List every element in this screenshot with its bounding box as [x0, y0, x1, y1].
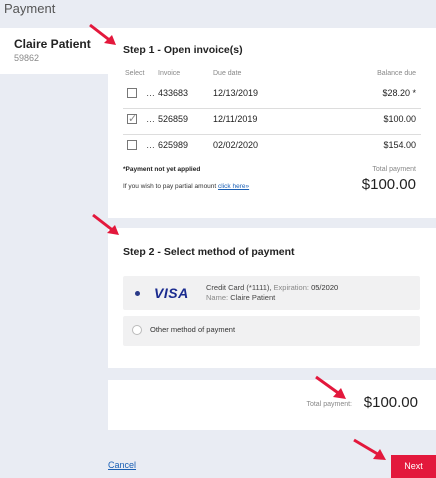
total-payment-label: Total payment: [372, 166, 416, 173]
cancel-link[interactable]: Cancel: [108, 460, 136, 470]
invoice-number: 433683: [158, 88, 189, 98]
radio-credit-card[interactable]: [132, 288, 142, 298]
invoice-balance: $28.20 *: [382, 88, 416, 98]
invoice-checkbox[interactable]: ✓: [127, 113, 138, 125]
invoice-checkbox[interactable]: [127, 140, 137, 150]
row-ellipsis[interactable]: …: [146, 114, 155, 124]
other-method-label: Other method of payment: [150, 325, 236, 334]
checkmark-icon: ✓: [128, 113, 138, 125]
step1-panel: Step 1 - Open invoice(s) Select Invoice …: [108, 28, 436, 218]
partial-payment-label: If you wish to pay partial amount: [123, 183, 217, 190]
card-type: Credit Card (*1111),: [206, 283, 272, 292]
total-payment-value: $100.00: [361, 176, 416, 193]
invoice-checkbox[interactable]: [127, 88, 137, 98]
page-title: Payment: [4, 1, 56, 16]
summary-total-label: Total payment:: [306, 401, 352, 408]
invoice-due-date: 12/11/2019: [213, 114, 258, 124]
invoice-due-date: 12/13/2019: [213, 88, 259, 98]
invoice-row: ✓ … 526859 12/11/2019 $100.00: [108, 110, 436, 134]
partial-payment-text: If you wish to pay partial amount click …: [123, 183, 249, 190]
invoice-balance: $154.00: [383, 140, 416, 150]
row-divider: [123, 108, 421, 109]
expiration-value: 05/2020: [311, 283, 339, 292]
annotation-arrow-icon: [89, 23, 116, 45]
annotation-arrow-icon: [315, 375, 346, 399]
invoice-due-date: 02/02/2020: [213, 140, 259, 150]
invoice-balance: $100.00: [383, 114, 416, 124]
invoice-row: … 433683 12/13/2019 $28.20 *: [108, 84, 436, 108]
step2-panel: Step 2 - Select method of payment VISA C…: [108, 228, 436, 368]
column-header-balance-due: Balance due: [377, 70, 416, 77]
partial-payment-link[interactable]: click here»: [218, 183, 249, 190]
card-details: Credit Card (*1111), Expiration: 05/2020: [206, 283, 338, 292]
next-button[interactable]: Next: [391, 455, 436, 478]
visa-logo-icon: VISA: [154, 285, 189, 301]
payment-option-credit-card[interactable]: VISA Credit Card (*1111), Expiration: 05…: [123, 276, 420, 310]
column-header-select: Select: [125, 70, 145, 77]
summary-total-value: $100.00: [363, 394, 418, 411]
total-summary-panel: Total payment: $100.00: [108, 380, 436, 430]
step2-title: Step 2 - Select method of payment: [123, 246, 295, 258]
expiration-label: Expiration:: [273, 283, 309, 292]
invoice-number: 526859: [158, 114, 189, 124]
payment-option-other[interactable]: Other method of payment: [123, 316, 420, 346]
card-name-value: Claire Patient: [230, 293, 276, 302]
column-header-due-date: Due date: [213, 70, 242, 77]
column-header-invoice: Invoice: [158, 70, 181, 77]
invoice-number: 625989: [158, 140, 189, 150]
invoice-row: … 625989 02/02/2020 $154.00: [108, 136, 436, 160]
payment-note: *Payment not yet applied: [123, 166, 201, 173]
row-ellipsis[interactable]: …: [146, 88, 155, 98]
patient-id: 59862: [14, 53, 40, 63]
step1-title: Step 1 - Open invoice(s): [123, 44, 243, 56]
radio-other-method[interactable]: [132, 325, 142, 335]
card-name-label: Name:: [206, 293, 229, 302]
row-ellipsis[interactable]: …: [146, 140, 155, 150]
card-holder: Name: Claire Patient: [206, 293, 275, 302]
annotation-arrow-icon: [353, 438, 386, 460]
annotation-arrow-icon: [92, 213, 119, 235]
row-divider: [123, 134, 421, 135]
